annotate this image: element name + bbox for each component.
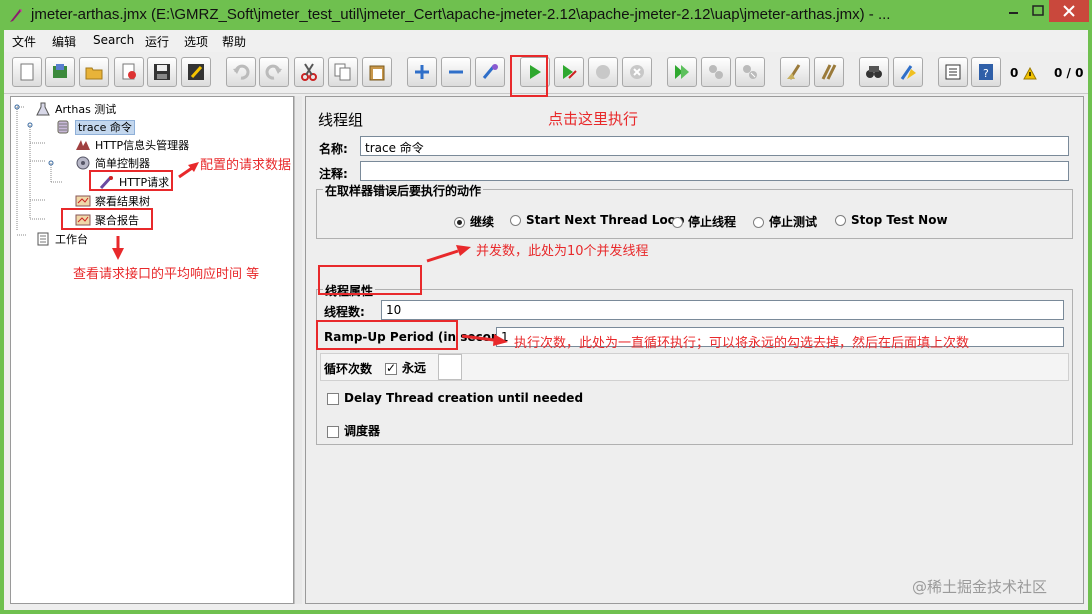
annotation-arrows	[112, 162, 508, 346]
annotation-run: 点击这里执行	[548, 110, 639, 128]
annotation-threads: 并发数，此处为10个并发线程	[476, 244, 649, 259]
annotation-loop: 执行次数，此处为一直循环执行；可以将永远的勾选去掉，然后在后面填上次数	[514, 336, 970, 351]
annotation-report: 查看请求接口的平均响应时间 等	[73, 267, 260, 282]
annotation-request: 配置的请求数据	[200, 158, 292, 173]
app-window: jmeter-arthas.jmx (E:\GMRZ_Soft\jmeter_t…	[0, 0, 1092, 614]
watermark: @稀土掘金技术社区	[912, 578, 1048, 596]
